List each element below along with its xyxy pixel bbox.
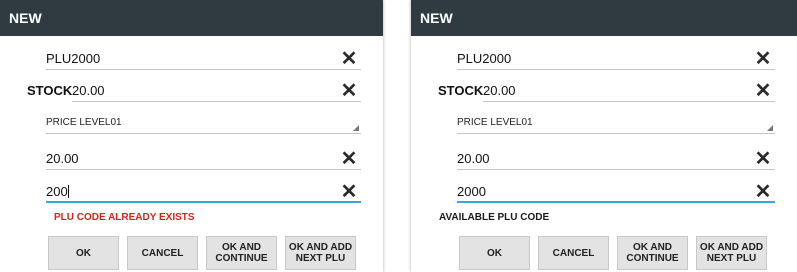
dialog-title: NEW	[411, 0, 797, 36]
close-icon[interactable]: ✕	[753, 182, 773, 202]
price-value: 20.00	[457, 151, 490, 166]
stock-value: 20.00	[483, 83, 516, 98]
cancel-button[interactable]: CANCEL	[538, 236, 609, 270]
close-icon[interactable]: ✕	[339, 49, 359, 69]
cancel-button[interactable]: CANCEL	[127, 236, 198, 270]
ok-and-continue-button[interactable]: OK AND CONTINUE	[617, 236, 688, 270]
close-icon[interactable]: ✕	[753, 81, 773, 101]
field-underline	[46, 69, 361, 70]
stock-label: STOCK	[27, 83, 73, 98]
field-underline	[46, 133, 361, 134]
stock-field[interactable]: STOCK 20.00 ✕	[438, 80, 775, 102]
text-cursor	[67, 185, 69, 198]
field-underline-focused	[46, 201, 361, 203]
close-icon[interactable]: ✕	[753, 149, 773, 169]
validation-message: AVAILABLE PLU CODE	[439, 212, 550, 223]
new-plu-dialog-right: NEW PLU2000 ✕ STOCK 20.00 ✕ PRICE LEVEL0…	[411, 0, 797, 272]
close-icon[interactable]: ✕	[339, 149, 359, 169]
price-level-select[interactable]: PRICE LEVEL01	[46, 112, 361, 134]
plu-name-field[interactable]: PLU2000 ✕	[46, 48, 361, 70]
price-level-value: PRICE LEVEL01	[457, 117, 533, 128]
price-field[interactable]: 20.00 ✕	[457, 148, 775, 170]
price-level-select[interactable]: PRICE LEVEL01	[457, 112, 775, 134]
close-icon[interactable]: ✕	[339, 182, 359, 202]
plu-code-input[interactable]: 200	[46, 184, 69, 199]
field-underline-focused	[457, 201, 775, 203]
field-underline	[483, 101, 775, 102]
plu-code-field[interactable]: 200 ✕	[46, 181, 361, 203]
ok-and-continue-button[interactable]: OK AND CONTINUE	[206, 236, 277, 270]
plu-name-value: PLU2000	[46, 51, 101, 66]
ok-and-add-next-plu-button[interactable]: OK AND ADD NEXT PLU	[696, 236, 767, 270]
price-level-value: PRICE LEVEL01	[46, 117, 122, 128]
price-field[interactable]: 20.00 ✕	[46, 148, 361, 170]
close-icon[interactable]: ✕	[339, 81, 359, 101]
field-underline	[457, 69, 775, 70]
dropdown-arrow-icon	[353, 125, 359, 131]
close-icon[interactable]: ✕	[753, 49, 773, 69]
ok-and-add-next-plu-button[interactable]: OK AND ADD NEXT PLU	[285, 236, 356, 270]
plu-code-value: 200	[46, 184, 68, 199]
plu-code-field[interactable]: 2000 ✕	[457, 181, 775, 203]
field-underline	[46, 169, 361, 170]
plu-name-field[interactable]: PLU2000 ✕	[457, 48, 775, 70]
stock-label: STOCK	[438, 83, 484, 98]
stock-value: 20.00	[72, 83, 105, 98]
validation-message: PLU CODE ALREADY EXISTS	[54, 212, 195, 223]
dialog-title: NEW	[0, 0, 383, 36]
field-underline	[457, 133, 775, 134]
dropdown-arrow-icon	[767, 125, 773, 131]
field-underline	[457, 169, 775, 170]
stock-field[interactable]: STOCK 20.00 ✕	[27, 80, 361, 102]
plu-name-value: PLU2000	[457, 51, 512, 66]
ok-button[interactable]: OK	[459, 236, 530, 270]
ok-button[interactable]: OK	[48, 236, 119, 270]
price-value: 20.00	[46, 151, 79, 166]
field-underline	[72, 101, 361, 102]
plu-code-value[interactable]: 2000	[457, 184, 486, 199]
new-plu-dialog-left: NEW PLU2000 ✕ STOCK 20.00 ✕ PRICE LEVEL0…	[0, 0, 383, 272]
